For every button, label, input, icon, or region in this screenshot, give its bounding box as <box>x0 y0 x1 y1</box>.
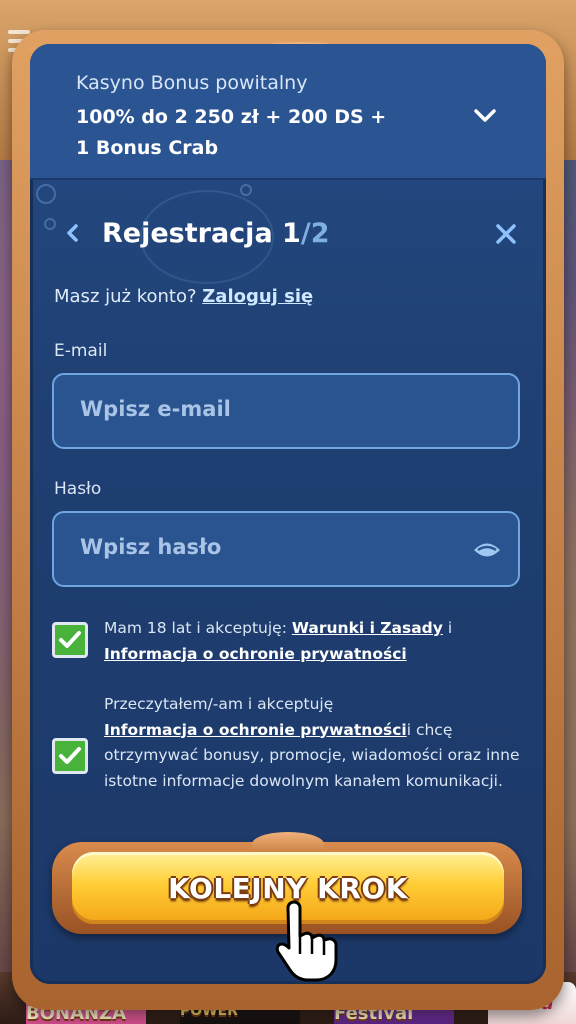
privacy-link[interactable]: Informacja o ochronie prywatności <box>104 645 407 663</box>
checkmark-icon <box>59 631 81 648</box>
login-link[interactable]: Zaloguj się <box>202 286 313 307</box>
bonus-label: Kasyno Bonus powitalny <box>76 72 308 94</box>
checkmark-icon <box>59 747 81 764</box>
chevron-down-icon[interactable] <box>472 102 498 128</box>
page-title: Rejestracja 1/2 <box>102 218 330 249</box>
terms-checkbox[interactable] <box>52 622 88 658</box>
password-label: Hasło <box>54 479 102 499</box>
email-label: E-mail <box>54 341 108 361</box>
email-field[interactable]: Wpisz e-mail <box>52 373 520 449</box>
terms-link[interactable]: Warunki i Zasady <box>292 619 443 637</box>
marketing-consent-text: Przeczytałem/-am i akceptuję Informacja … <box>104 692 524 794</box>
email-placeholder: Wpisz e-mail <box>80 397 231 421</box>
login-prompt: Masz już konto? Zaloguj się <box>54 286 313 307</box>
hand-pointer-icon <box>275 900 338 982</box>
marketing-text-before: Przeczytałem/-am i akceptuję <box>104 695 334 713</box>
title-main: Rejestracja 1 <box>102 218 301 249</box>
terms-text-mid: i <box>442 619 453 637</box>
marketing-privacy-link[interactable]: Informacja o ochronie prywatności <box>104 721 407 739</box>
bubble-decoration <box>240 184 252 196</box>
bonus-value: 100% do 2 250 zł + 200 DS + 1 Bonus Crab <box>76 106 387 159</box>
login-prompt-text: Masz już konto? <box>54 286 203 307</box>
terms-consent-text: Mam 18 lat i akceptuję: Warunki i Zasady… <box>104 616 524 667</box>
marketing-checkbox[interactable] <box>52 738 88 774</box>
chevron-left-icon[interactable] <box>62 218 84 248</box>
bubble-decoration <box>44 218 56 230</box>
close-icon[interactable] <box>492 220 520 248</box>
bonus-selector[interactable]: Kasyno Bonus powitalny 100% do 2 250 zł … <box>30 44 546 180</box>
bubble-decoration <box>36 184 56 204</box>
password-placeholder: Wpisz hasło <box>80 535 222 559</box>
terms-text: Mam 18 lat i akceptuję: <box>104 619 292 637</box>
password-field[interactable]: Wpisz hasło <box>52 511 520 587</box>
title-step: /2 <box>300 218 330 249</box>
eye-icon[interactable] <box>472 539 502 561</box>
